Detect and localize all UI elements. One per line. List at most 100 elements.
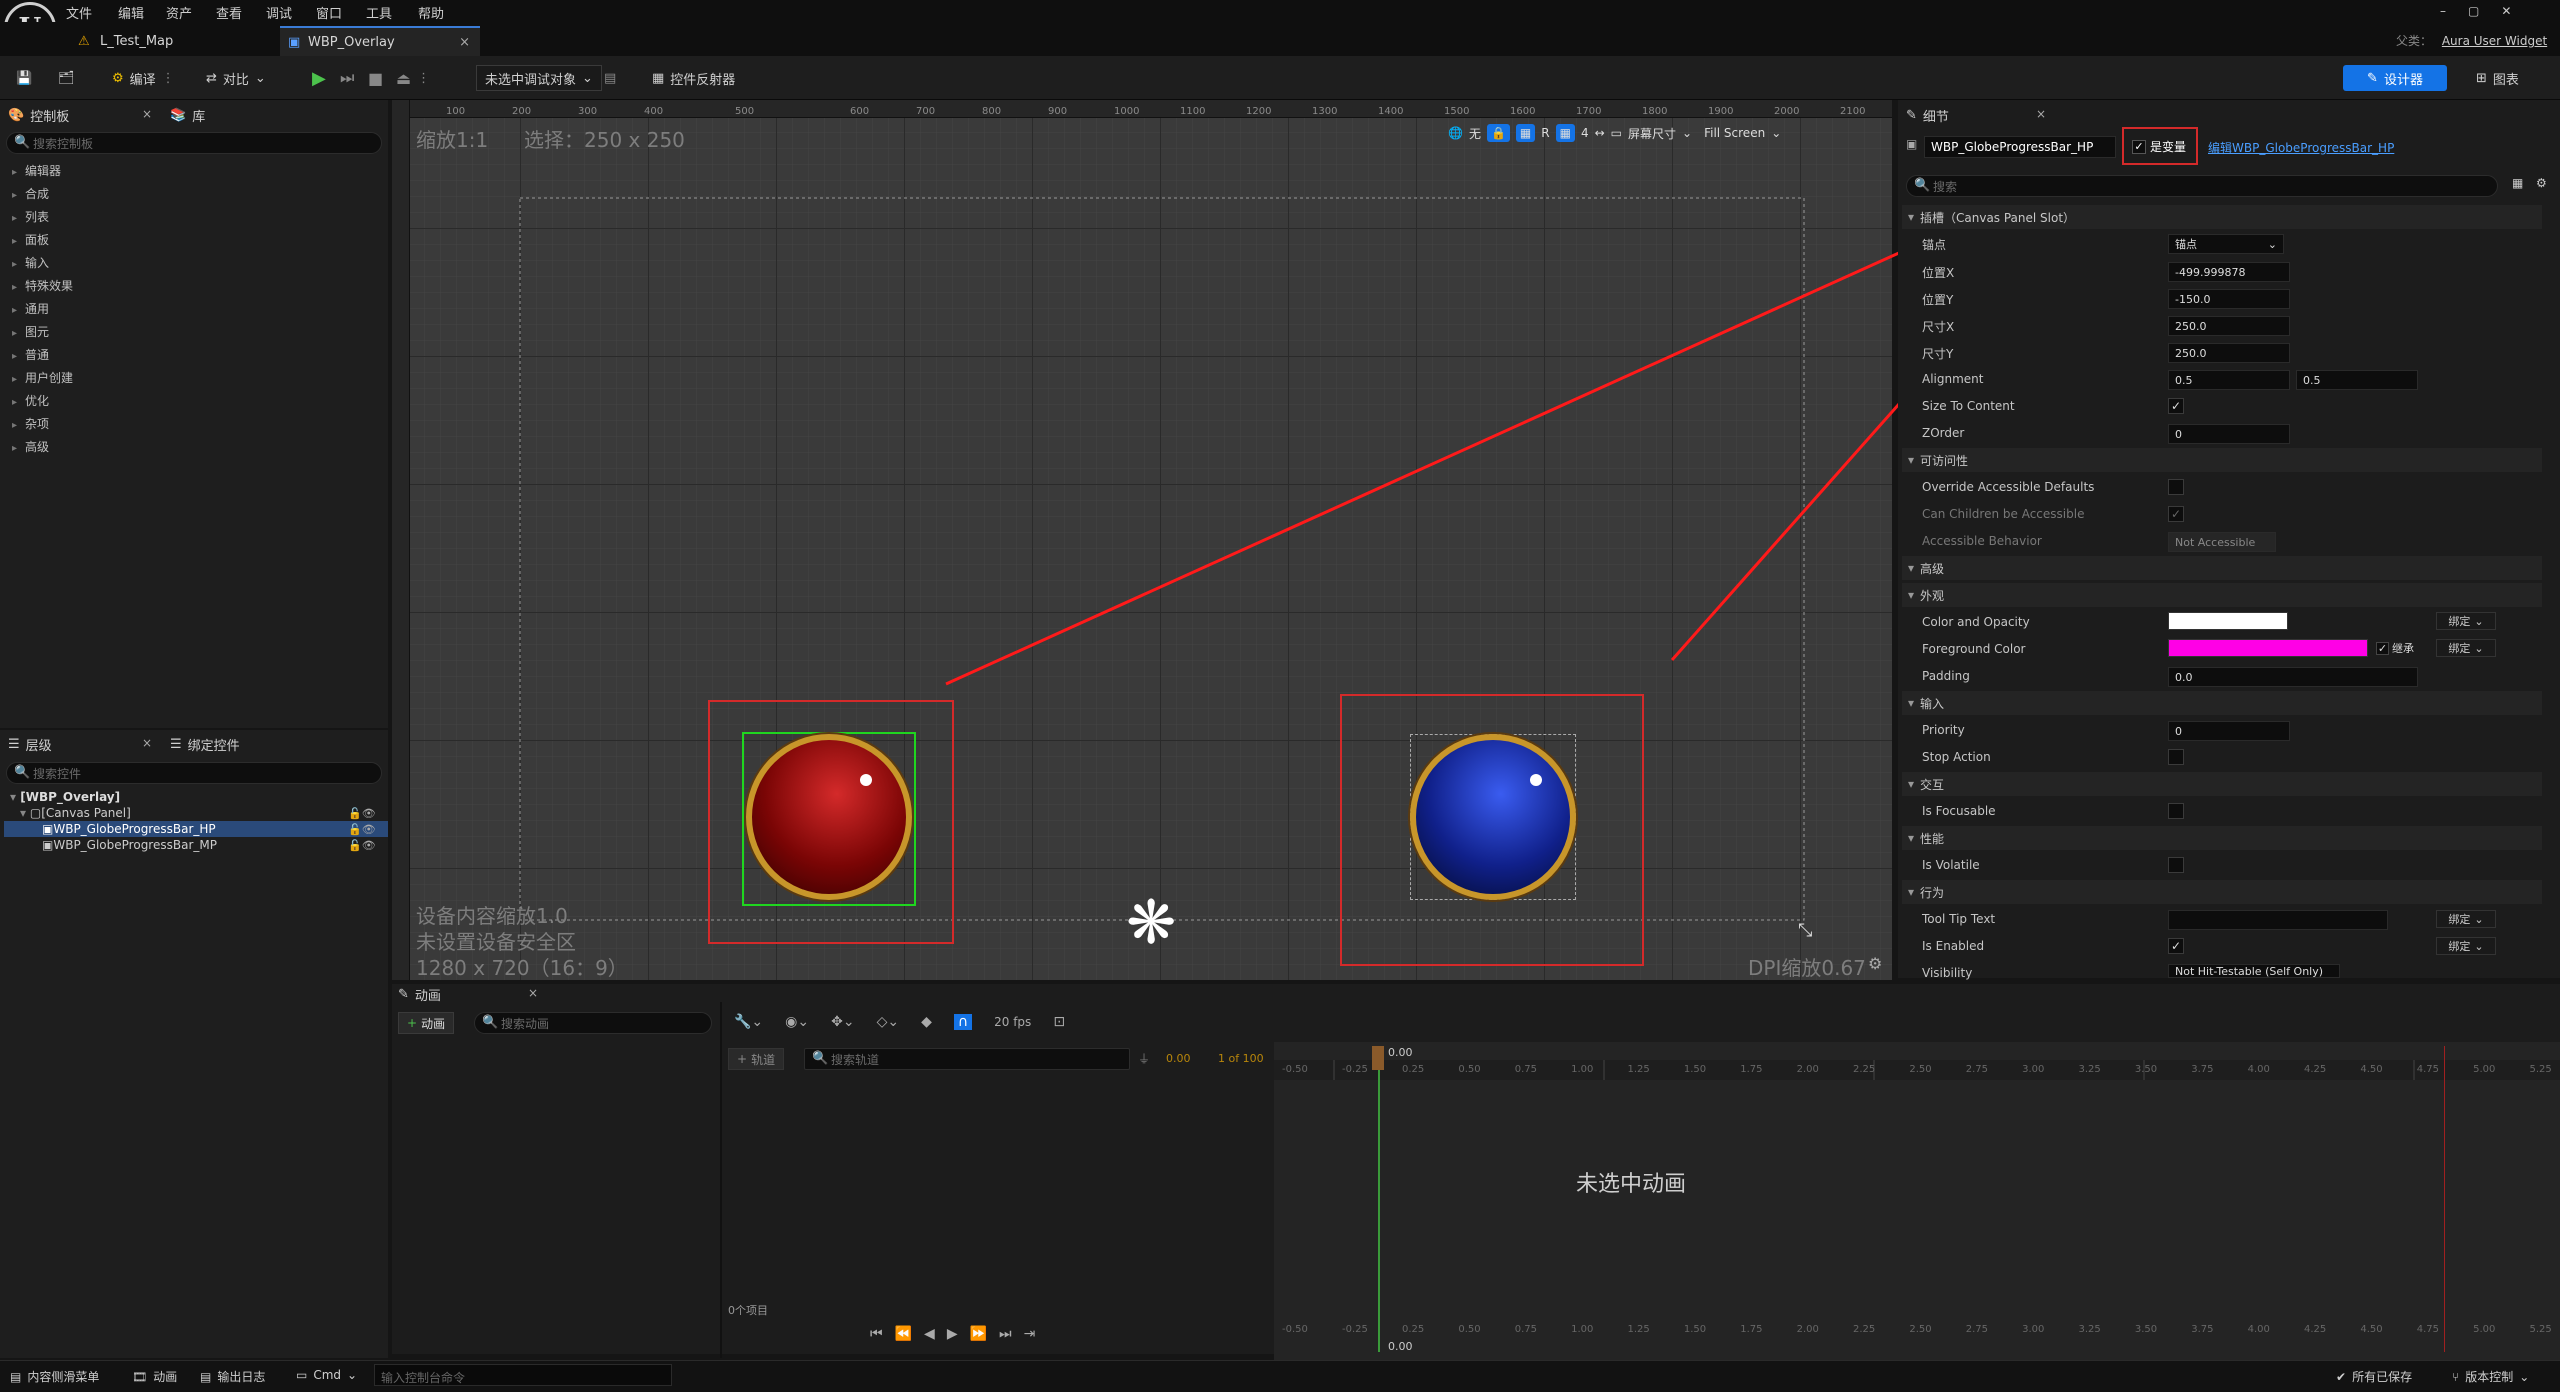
transform-icon[interactable]: ✥⌄ bbox=[831, 1014, 854, 1030]
bind-button[interactable]: 绑定 ⌄ bbox=[2436, 639, 2496, 657]
override-accessible-checkbox[interactable] bbox=[2168, 479, 2184, 495]
diamond-icon[interactable]: ◆ bbox=[921, 1014, 932, 1030]
animation-search-input[interactable]: 🔍 搜索动画 bbox=[474, 1012, 712, 1034]
stop-action-checkbox[interactable] bbox=[2168, 749, 2184, 765]
foreground-color-swatch[interactable] bbox=[2168, 639, 2368, 657]
timeline-label: 0.50 bbox=[1458, 1324, 1481, 1335]
loop-icon[interactable]: ⇥ bbox=[1024, 1326, 1036, 1342]
timeline-label: -0.50 bbox=[1282, 1064, 1308, 1075]
section-behavior[interactable]: 行为 bbox=[1902, 880, 2542, 904]
console-input[interactable]: 输入控制台命令 bbox=[374, 1364, 672, 1386]
alignment-y-input[interactable]: 0.5 bbox=[2296, 370, 2418, 390]
visibility-value: Not Hit-Testable (Self Only) bbox=[2175, 964, 2324, 978]
pos-x-label: 位置X bbox=[1922, 266, 1955, 280]
output-log-button[interactable]: ▤ 输出日志 bbox=[200, 1368, 265, 1385]
playhead-handle[interactable] bbox=[1372, 1046, 1384, 1070]
splitter[interactable] bbox=[720, 1002, 722, 1358]
content-drawer-button[interactable]: ▤ 内容侧滑菜单 bbox=[10, 1368, 99, 1385]
add-track-button: + 轨道 bbox=[728, 1048, 785, 1070]
pos-y-label: 位置Y bbox=[1922, 293, 1954, 307]
current-time[interactable]: 0.00 bbox=[1166, 1052, 1191, 1065]
details-tab-label: 细节 bbox=[1922, 109, 1949, 125]
timeline-label: 2.50 bbox=[1909, 1324, 1932, 1335]
pencil-icon: ✎ bbox=[1906, 107, 1917, 123]
timeline-label: 2.00 bbox=[1796, 1064, 1819, 1075]
source-control-button[interactable]: ⑂ 版本控制 ⌄ bbox=[2452, 1368, 2529, 1385]
jump-end-icon[interactable]: ⏭ bbox=[999, 1326, 1012, 1342]
timeline-label: 0.75 bbox=[1514, 1324, 1537, 1335]
color-opacity-swatch[interactable] bbox=[2168, 612, 2288, 630]
table-view-icon[interactable]: ▦ bbox=[2512, 176, 2523, 190]
prev-frame-icon[interactable]: ⏪ bbox=[895, 1326, 912, 1342]
section-performance[interactable]: 性能 bbox=[1902, 826, 2542, 850]
timeline-label: 0.25 bbox=[1401, 1324, 1425, 1335]
size-to-content-label: Size To Content bbox=[1922, 399, 2015, 413]
timeline-area[interactable] bbox=[1274, 1042, 2560, 1360]
anchors-label: 锚点 bbox=[1922, 238, 1947, 252]
edit-widget-link[interactable]: 编辑WBP_GlobeProgressBar_HP bbox=[2208, 139, 2394, 156]
animation-status-button[interactable]: 🎞 动画 bbox=[132, 1368, 177, 1385]
widget-type-icon: ▣ bbox=[1906, 137, 1918, 151]
is-focusable-checkbox[interactable] bbox=[2168, 803, 2184, 819]
jump-start-icon[interactable]: ⏮ bbox=[870, 1326, 883, 1342]
close-animation-icon[interactable]: × bbox=[528, 986, 538, 1000]
section-appearance[interactable]: 外观 bbox=[1902, 583, 2542, 607]
section-advanced[interactable]: 高级 bbox=[1902, 556, 2542, 580]
section-interaction[interactable]: 交互 bbox=[1902, 772, 2542, 796]
items-count: 0个项目 bbox=[728, 1304, 768, 1317]
zorder-input[interactable]: 0 bbox=[2168, 424, 2290, 444]
next-frame-icon[interactable]: ⏩ bbox=[970, 1326, 987, 1342]
play-reverse-icon[interactable]: ◀ bbox=[924, 1326, 935, 1342]
timeline-label: 1.25 bbox=[1627, 1324, 1650, 1335]
priority-input[interactable]: 0 bbox=[2168, 721, 2290, 741]
size-x-input[interactable]: 250.0 bbox=[2168, 316, 2290, 336]
pos-y-input[interactable]: -150.0 bbox=[2168, 289, 2290, 309]
section-slot[interactable]: 插槽（Canvas Panel Slot） bbox=[1902, 205, 2542, 229]
children-accessible-checkbox: ✓ bbox=[2168, 506, 2184, 522]
tab-animation[interactable]: ✎ 动画 bbox=[398, 982, 441, 1006]
is-enabled-checkbox[interactable]: ✓ bbox=[2168, 938, 2184, 954]
timeline-label: 3.00 bbox=[2022, 1324, 2045, 1335]
timeline-label: 2.75 bbox=[1965, 1064, 1988, 1075]
snap-magnet-icon[interactable]: ∩ bbox=[953, 1014, 973, 1030]
visibility-dropdown[interactable]: Not Hit-Testable (Self Only) bbox=[2168, 964, 2340, 978]
output-log-label: 输出日志 bbox=[217, 1370, 266, 1384]
chevron-down-icon: ⌄ bbox=[2267, 237, 2277, 251]
details-search-input[interactable]: 🔍 搜索 bbox=[1906, 175, 2498, 197]
widget-name-input[interactable]: WBP_GlobeProgressBar_HP bbox=[1924, 136, 2116, 158]
anchors-dropdown[interactable]: 锚点 ⌄ bbox=[2168, 234, 2284, 254]
add-animation-button[interactable]: + 动画 bbox=[398, 1012, 455, 1034]
tab-details[interactable]: ✎ 细节 bbox=[1906, 103, 1949, 127]
eye-icon[interactable]: ◉⌄ bbox=[785, 1014, 809, 1030]
tooltip-input[interactable] bbox=[2168, 910, 2388, 930]
timeline-label: 5.00 bbox=[2473, 1064, 2496, 1075]
no-animation-message: 未选中动画 bbox=[1576, 1172, 1687, 1197]
check-icon: ✓ bbox=[2376, 641, 2389, 655]
save-status[interactable]: ✔ 所有已保存 bbox=[2336, 1368, 2412, 1385]
wrench-icon[interactable]: 🔧⌄ bbox=[734, 1014, 763, 1030]
timeline-label: 2.50 bbox=[1909, 1064, 1932, 1075]
bind-button[interactable]: 绑定 ⌄ bbox=[2436, 612, 2496, 630]
cmd-dropdown[interactable]: ▭ Cmd ⌄ bbox=[296, 1368, 357, 1382]
padding-input[interactable]: 0.0 bbox=[2168, 667, 2418, 687]
timeline-icon[interactable]: ⊡ bbox=[1053, 1014, 1065, 1030]
inherit-checkbox[interactable]: ✓ 继承 bbox=[2376, 640, 2414, 656]
bind-button[interactable]: 绑定 ⌄ bbox=[2436, 910, 2496, 928]
chevron-down-icon: ⌄ bbox=[2474, 912, 2484, 926]
close-details-icon[interactable]: × bbox=[2036, 107, 2046, 121]
alignment-x-input[interactable]: 0.5 bbox=[2168, 370, 2290, 390]
play-icon[interactable]: ▶ bbox=[947, 1326, 958, 1342]
section-accessibility[interactable]: 可访问性 bbox=[1902, 448, 2542, 472]
accessible-behavior-label: Accessible Behavior bbox=[1922, 534, 2042, 548]
size-y-input[interactable]: 250.0 bbox=[2168, 343, 2290, 363]
section-input[interactable]: 输入 bbox=[1902, 691, 2542, 715]
pos-x-input[interactable]: -499.999878 bbox=[2168, 262, 2290, 282]
settings-icon[interactable]: ⚙ bbox=[2536, 176, 2547, 190]
fps-dropdown[interactable]: 20 fps bbox=[994, 1015, 1031, 1029]
bind-button[interactable]: 绑定 ⌄ bbox=[2436, 937, 2496, 955]
key-icon[interactable]: ◇⌄ bbox=[877, 1014, 900, 1030]
is-volatile-checkbox[interactable] bbox=[2168, 857, 2184, 873]
is-variable-checkbox[interactable]: ✓ 是变量 bbox=[2132, 138, 2186, 155]
filter-icon[interactable]: ⏚ bbox=[1138, 1050, 1150, 1067]
size-to-content-checkbox[interactable]: ✓ bbox=[2168, 398, 2184, 414]
